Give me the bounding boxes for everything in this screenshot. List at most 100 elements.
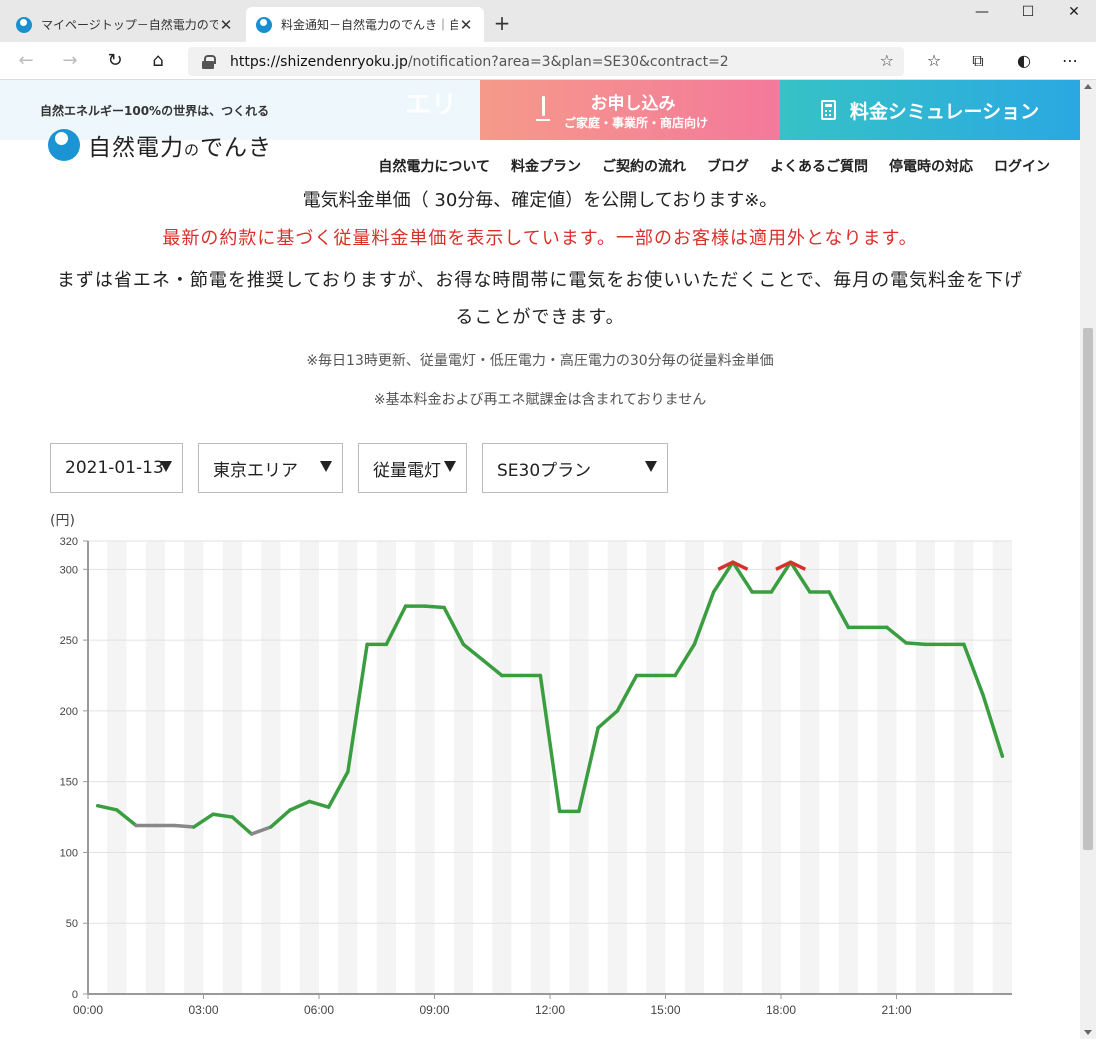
chevron-down-icon <box>320 461 332 472</box>
chart-stripe <box>992 541 1012 994</box>
browser-tab-bar: マイページトップ－自然電力のでんき ✕ 料金通知－自然電力のでんき｜自 ✕ + … <box>0 0 1096 42</box>
price-point <box>423 605 426 608</box>
logo-mark-icon <box>48 129 80 161</box>
chart-stripe <box>299 541 319 994</box>
maximize-icon[interactable]: ☐ <box>1008 4 1048 20</box>
price-point <box>770 590 773 593</box>
page-scrollbar[interactable] <box>1080 80 1096 1039</box>
plan-select-value: SE30プラン <box>497 460 592 481</box>
y-tick-label: 100 <box>60 847 78 859</box>
collections-icon[interactable]: ⧉ <box>966 49 990 73</box>
price-point <box>577 810 580 813</box>
new-tab-icon[interactable]: + <box>490 11 514 35</box>
price-line-segment <box>904 641 928 647</box>
price-point <box>173 824 176 827</box>
apply-button-sublabel: ご家庭・事業所・商店向け <box>563 116 708 130</box>
tab-title: マイページトップ－自然電力のでんき <box>41 18 218 32</box>
price-point <box>982 694 985 697</box>
scroll-up-icon[interactable] <box>1084 84 1092 89</box>
price-line-chart: 0 50 100 150 200 250 300 320 00:00 03:00 06:00 09:0… <box>60 536 1012 1017</box>
price-point <box>866 626 869 629</box>
nav-item-contract-flow[interactable]: ご契約の流れ <box>602 156 686 176</box>
favorites-icon[interactable]: ☆ <box>922 49 946 73</box>
y-tick-label: 0 <box>72 989 78 1001</box>
price-point <box>847 626 850 629</box>
chart-stripe <box>954 541 974 994</box>
intro-line-advice: まずは省エネ・節電を推奨しておりますが、お得な時間帯に電気をお使いいただくことで… <box>56 270 1024 328</box>
apply-button-label: お申し込み <box>590 94 676 114</box>
date-select-value: 2021-01-13 <box>65 458 164 478</box>
chart-stripe <box>530 541 550 994</box>
nav-item-login[interactable]: ログイン <box>994 156 1050 176</box>
home-icon[interactable]: ⌂ <box>146 49 170 73</box>
close-tab-icon[interactable]: ✕ <box>218 16 234 34</box>
plan-select[interactable]: SE30プラン <box>482 443 668 493</box>
scrollbar-thumb[interactable] <box>1083 328 1093 850</box>
chart-stripe <box>222 541 242 994</box>
price-point <box>712 590 715 593</box>
nav-item-faq[interactable]: よくあるご質問 <box>770 156 868 176</box>
scroll-down-icon[interactable] <box>1084 1030 1092 1035</box>
calculator-icon <box>820 100 836 120</box>
price-point <box>212 813 215 816</box>
price-line-segment <box>172 823 196 829</box>
nav-item-about[interactable]: 自然電力について <box>378 156 490 176</box>
x-tick-label: 21:00 <box>881 1003 911 1017</box>
reload-icon[interactable]: ↻ <box>103 49 127 73</box>
chevron-down-icon <box>645 461 657 472</box>
price-point <box>654 674 657 677</box>
price-line-segment <box>423 604 446 610</box>
y-tick-label: 250 <box>60 635 78 647</box>
nav-item-outage[interactable]: 停電時の対応 <box>889 156 973 176</box>
price-point <box>674 674 677 677</box>
price-point <box>366 643 369 646</box>
logo-text: 自然電力のでんき <box>88 135 273 161</box>
obscured-text: エリ <box>405 90 458 120</box>
nav-item-plans[interactable]: 料金プラン <box>511 156 581 176</box>
chart-stripe <box>184 541 204 994</box>
address-bar[interactable]: https://shizendenryoku.jp/notification?a… <box>188 47 904 76</box>
chart-stripe <box>261 541 281 994</box>
x-tick-label: 15:00 <box>650 1003 680 1017</box>
site-logo[interactable]: 自然電力のでんき <box>48 128 272 162</box>
price-point <box>539 674 542 677</box>
price-point <box>481 658 484 661</box>
contract-select[interactable]: 従量電灯 <box>358 443 467 493</box>
y-tick-label: 150 <box>60 777 78 789</box>
more-menu-icon[interactable]: ⋯ <box>1058 49 1082 73</box>
area-select[interactable]: 東京エリア <box>198 443 343 493</box>
profile-avatar-icon[interactable]: ◐ <box>1012 49 1036 73</box>
chart-stripe <box>684 541 704 994</box>
price-point <box>135 824 138 827</box>
price-point <box>308 800 311 803</box>
price-point <box>520 674 523 677</box>
price-point <box>385 643 388 646</box>
nav-item-blog[interactable]: ブログ <box>707 156 749 176</box>
close-tab-icon[interactable]: ✕ <box>458 16 474 34</box>
price-point <box>289 808 292 811</box>
price-point <box>115 808 118 811</box>
back-icon[interactable]: ← <box>14 49 38 73</box>
date-select[interactable]: 2021-01-13 <box>50 443 183 493</box>
browser-tab-active[interactable]: 料金通知－自然電力のでんき｜自 ✕ <box>246 7 484 42</box>
apply-button[interactable]: お申し込み ご家庭・事業所・商店向け <box>480 80 780 140</box>
chart-stripe <box>453 541 473 994</box>
price-point <box>943 643 946 646</box>
x-tick-label: 09:00 <box>419 1003 449 1017</box>
price-point <box>192 825 195 828</box>
price-point <box>462 643 465 646</box>
simulation-button[interactable]: 料金シミュレーション <box>780 80 1080 140</box>
price-point <box>231 816 234 819</box>
price-point <box>635 674 638 677</box>
favorite-star-icon[interactable]: ☆ <box>880 51 894 70</box>
chart-stripe <box>492 541 512 994</box>
y-tick-label: 300 <box>60 564 78 576</box>
chart-stripe <box>800 541 820 994</box>
chart-stripe <box>838 541 858 994</box>
browser-tab[interactable]: マイページトップ－自然電力のでんき ✕ <box>6 7 244 42</box>
price-point <box>905 641 908 644</box>
url-path: /notification?area=3&plan=SE30&contract=… <box>407 53 729 70</box>
close-window-icon[interactable]: ✕ <box>1054 4 1094 20</box>
forward-icon[interactable]: → <box>58 49 82 73</box>
minimize-icon[interactable]: — <box>962 4 1002 20</box>
